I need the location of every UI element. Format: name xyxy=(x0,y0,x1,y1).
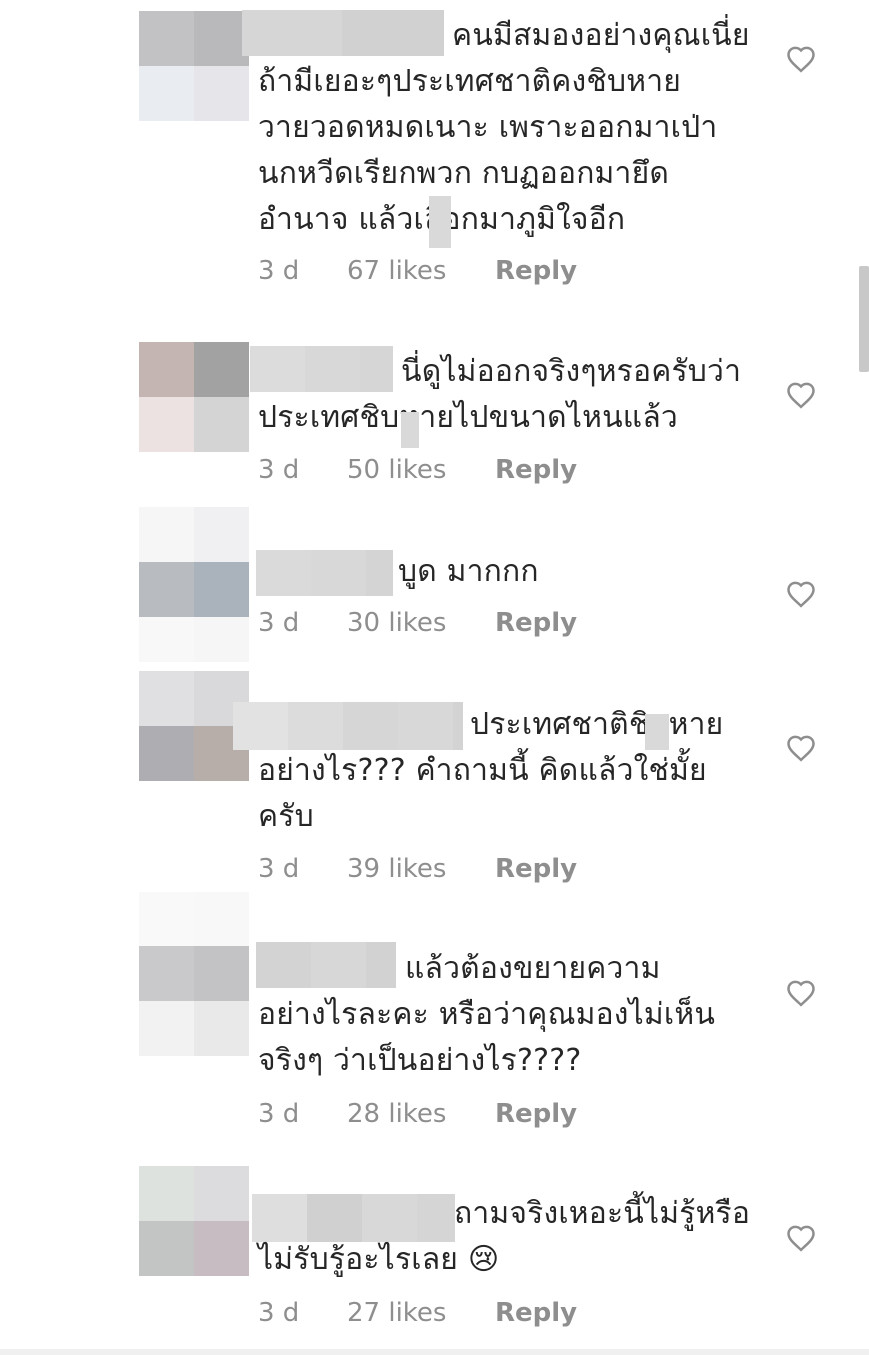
heart-icon[interactable] xyxy=(786,979,816,1007)
comment-text: คนมีสมองอย่างคุณเนี่ยถ้ามีเยอะๆประเทศชาต… xyxy=(258,18,750,237)
reply-button[interactable]: Reply xyxy=(495,1297,577,1329)
reply-button[interactable]: Reply xyxy=(495,853,577,885)
heart-icon[interactable] xyxy=(786,734,816,762)
likes-count[interactable]: 50 likes xyxy=(347,454,446,486)
avatar[interactable] xyxy=(139,342,249,452)
comment-text: ประเทศชาติชิบหายอย่างไร??? คำถามนี้ คิดแ… xyxy=(258,707,724,834)
redaction-mark xyxy=(645,714,669,750)
heart-icon[interactable] xyxy=(786,580,816,608)
comment-time[interactable]: 3 d xyxy=(258,853,299,885)
likes-count[interactable]: 67 likes xyxy=(347,255,446,287)
heart-icon[interactable] xyxy=(786,1224,816,1252)
comment-time[interactable]: 3 d xyxy=(258,1098,299,1130)
redaction-mark xyxy=(429,196,451,248)
likes-count[interactable]: 30 likes xyxy=(347,607,446,639)
avatar[interactable] xyxy=(139,11,249,121)
comment-time[interactable]: 3 d xyxy=(258,1297,299,1329)
comment-text: ถามจริงเหอะนี้ไม่รู้หรือไม่รับรู้อะไรเลย… xyxy=(258,1196,751,1277)
reply-button[interactable]: Reply xyxy=(495,1098,577,1130)
reply-button[interactable]: Reply xyxy=(495,607,577,639)
likes-count[interactable]: 28 likes xyxy=(347,1098,446,1130)
bottom-divider xyxy=(0,1349,869,1355)
likes-count[interactable]: 39 likes xyxy=(347,853,446,885)
comment-time[interactable]: 3 d xyxy=(258,255,299,287)
reply-button[interactable]: Reply xyxy=(495,454,577,486)
avatar[interactable] xyxy=(139,946,249,1056)
comment-text: บูด มากกก xyxy=(398,554,539,589)
redaction-mark xyxy=(401,412,419,448)
comment-time[interactable]: 3 d xyxy=(258,607,299,639)
scrollbar-thumb[interactable] xyxy=(859,266,869,372)
avatar-top-fade xyxy=(139,892,249,946)
heart-icon[interactable] xyxy=(786,45,816,73)
likes-count[interactable]: 27 likes xyxy=(347,1297,446,1329)
avatar[interactable] xyxy=(139,1166,249,1276)
comment-text: แล้วต้องขยายความอย่างไรละคะ หรือว่าคุณมอ… xyxy=(258,951,716,1078)
avatar-bottom-fade xyxy=(139,617,249,662)
comment-text: นี่ดูไม่ออกจริงๆหรอครับว่าประเทศชิบหายไป… xyxy=(258,354,742,435)
reply-button[interactable]: Reply xyxy=(495,255,577,287)
heart-icon[interactable] xyxy=(786,381,816,409)
comment-time[interactable]: 3 d xyxy=(258,454,299,486)
avatar[interactable] xyxy=(139,507,249,617)
